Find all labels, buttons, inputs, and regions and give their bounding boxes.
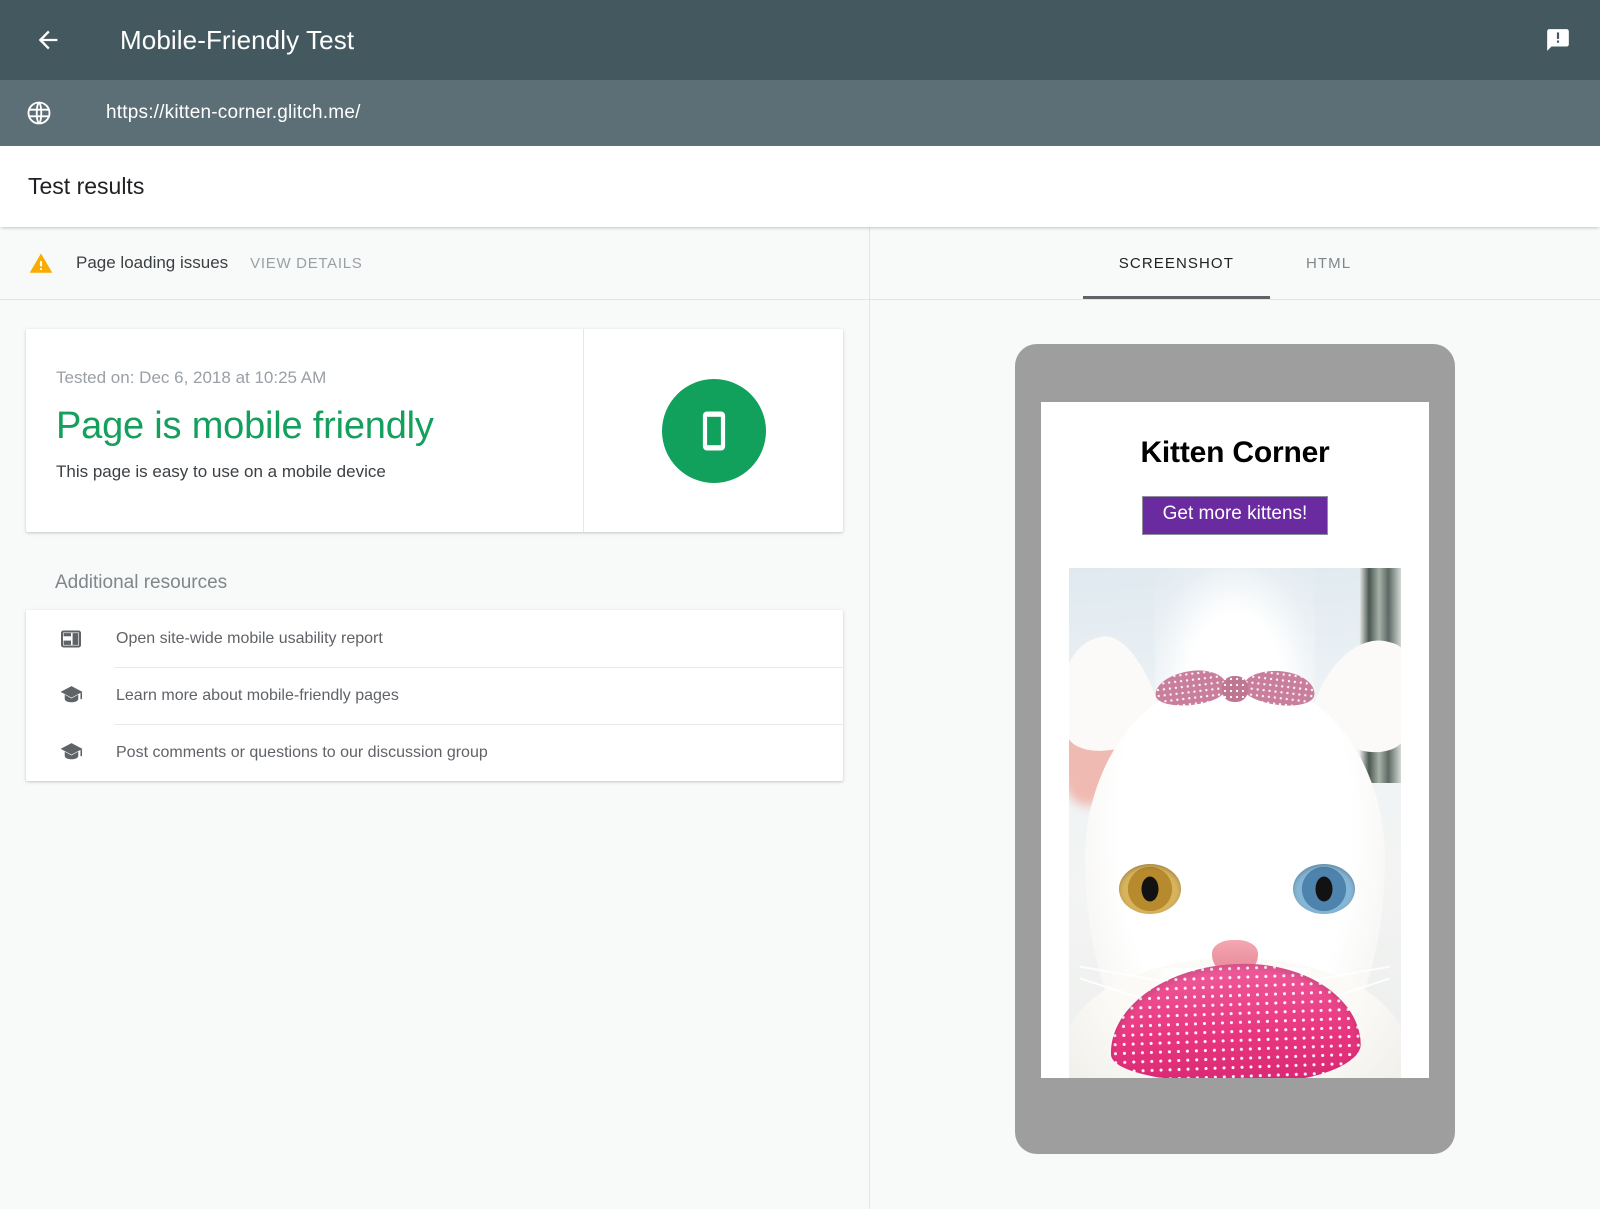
feedback-button[interactable] (1538, 20, 1578, 60)
school-graduation-cap-icon (56, 738, 86, 768)
get-more-kittens-button[interactable]: Get more kittens! (1142, 496, 1329, 535)
page-loading-issues-strip: Page loading issues VIEW DETAILS (0, 227, 869, 300)
view-details-link[interactable]: VIEW DETAILS (250, 255, 362, 272)
back-button[interactable] (24, 16, 72, 64)
mobile-friendly-verdict: Page is mobile friendly (56, 405, 583, 448)
blue-eye (1293, 864, 1355, 914)
url-bar[interactable]: https://kitten-corner.glitch.me/ (0, 80, 1600, 146)
page-title: Mobile-Friendly Test (120, 25, 354, 56)
list-item[interactable]: Open site-wide mobile usability report (26, 610, 843, 667)
screenshot-preview: Kitten Corner Get more kittens! (870, 300, 1600, 1209)
mobile-friendly-verdict-subtext: This page is easy to use on a mobile dev… (56, 462, 583, 482)
result-card-text: Tested on: Dec 6, 2018 at 10:25 AM Page … (26, 329, 583, 532)
test-results-title: Test results (28, 173, 144, 200)
results-pane: Page loading issues VIEW DETAILS Tested … (0, 227, 870, 1209)
list-item[interactable]: Learn more about mobile-friendly pages (26, 667, 843, 724)
result-card: Tested on: Dec 6, 2018 at 10:25 AM Page … (26, 329, 843, 532)
content-area: Page loading issues VIEW DETAILS Tested … (0, 227, 1600, 1209)
tab-screenshot[interactable]: SCREENSHOT (1083, 227, 1270, 299)
polka-dot-bow (1155, 671, 1315, 707)
additional-resources-title: Additional resources (55, 572, 843, 594)
url-text: https://kitten-corner.glitch.me/ (106, 102, 361, 124)
dashboard-report-icon (56, 624, 86, 654)
tested-on-timestamp: Tested on: Dec 6, 2018 at 10:25 AM (56, 368, 583, 388)
list-item-label: Post comments or questions to our discus… (116, 744, 488, 762)
warning-triangle-icon (28, 250, 54, 276)
arrow-back-icon (34, 26, 62, 54)
school-graduation-cap-icon (56, 681, 86, 711)
results-scroll-region: Tested on: Dec 6, 2018 at 10:25 AM Page … (0, 300, 869, 1209)
page-loading-issues-label: Page loading issues (76, 253, 228, 273)
mobile-phone-icon (691, 408, 737, 454)
tab-html[interactable]: HTML (1270, 227, 1387, 299)
feedback-icon (1545, 27, 1571, 53)
mobile-friendly-test-app: Mobile-Friendly Test https://kitten-corn… (0, 0, 1600, 1209)
bow-knot (1222, 676, 1248, 702)
preview-pane: SCREENSHOT HTML Kitten Corner Get more k… (870, 227, 1600, 1209)
additional-resources-list: Open site-wide mobile usability report L… (26, 610, 843, 781)
preview-page-heading: Kitten Corner (1140, 436, 1329, 470)
globe-icon (24, 98, 54, 128)
bow-left-lobe (1153, 667, 1229, 710)
phone-screen: Kitten Corner Get more kittens! (1041, 402, 1429, 1078)
phone-mockup-frame: Kitten Corner Get more kittens! (1015, 344, 1455, 1154)
list-item[interactable]: Post comments or questions to our discus… (26, 724, 843, 781)
success-circle (662, 379, 766, 483)
list-item-label: Learn more about mobile-friendly pages (116, 687, 399, 705)
test-results-header: Test results (0, 146, 1600, 227)
kitten-illustration (1069, 568, 1401, 1078)
result-status-badge (583, 329, 843, 532)
list-item-label: Open site-wide mobile usability report (116, 630, 383, 648)
kitten-photo (1069, 568, 1401, 1078)
app-bar: Mobile-Friendly Test (0, 0, 1600, 80)
bow-right-lobe (1241, 667, 1317, 710)
amber-eye (1119, 864, 1181, 914)
preview-tabs: SCREENSHOT HTML (870, 227, 1600, 300)
